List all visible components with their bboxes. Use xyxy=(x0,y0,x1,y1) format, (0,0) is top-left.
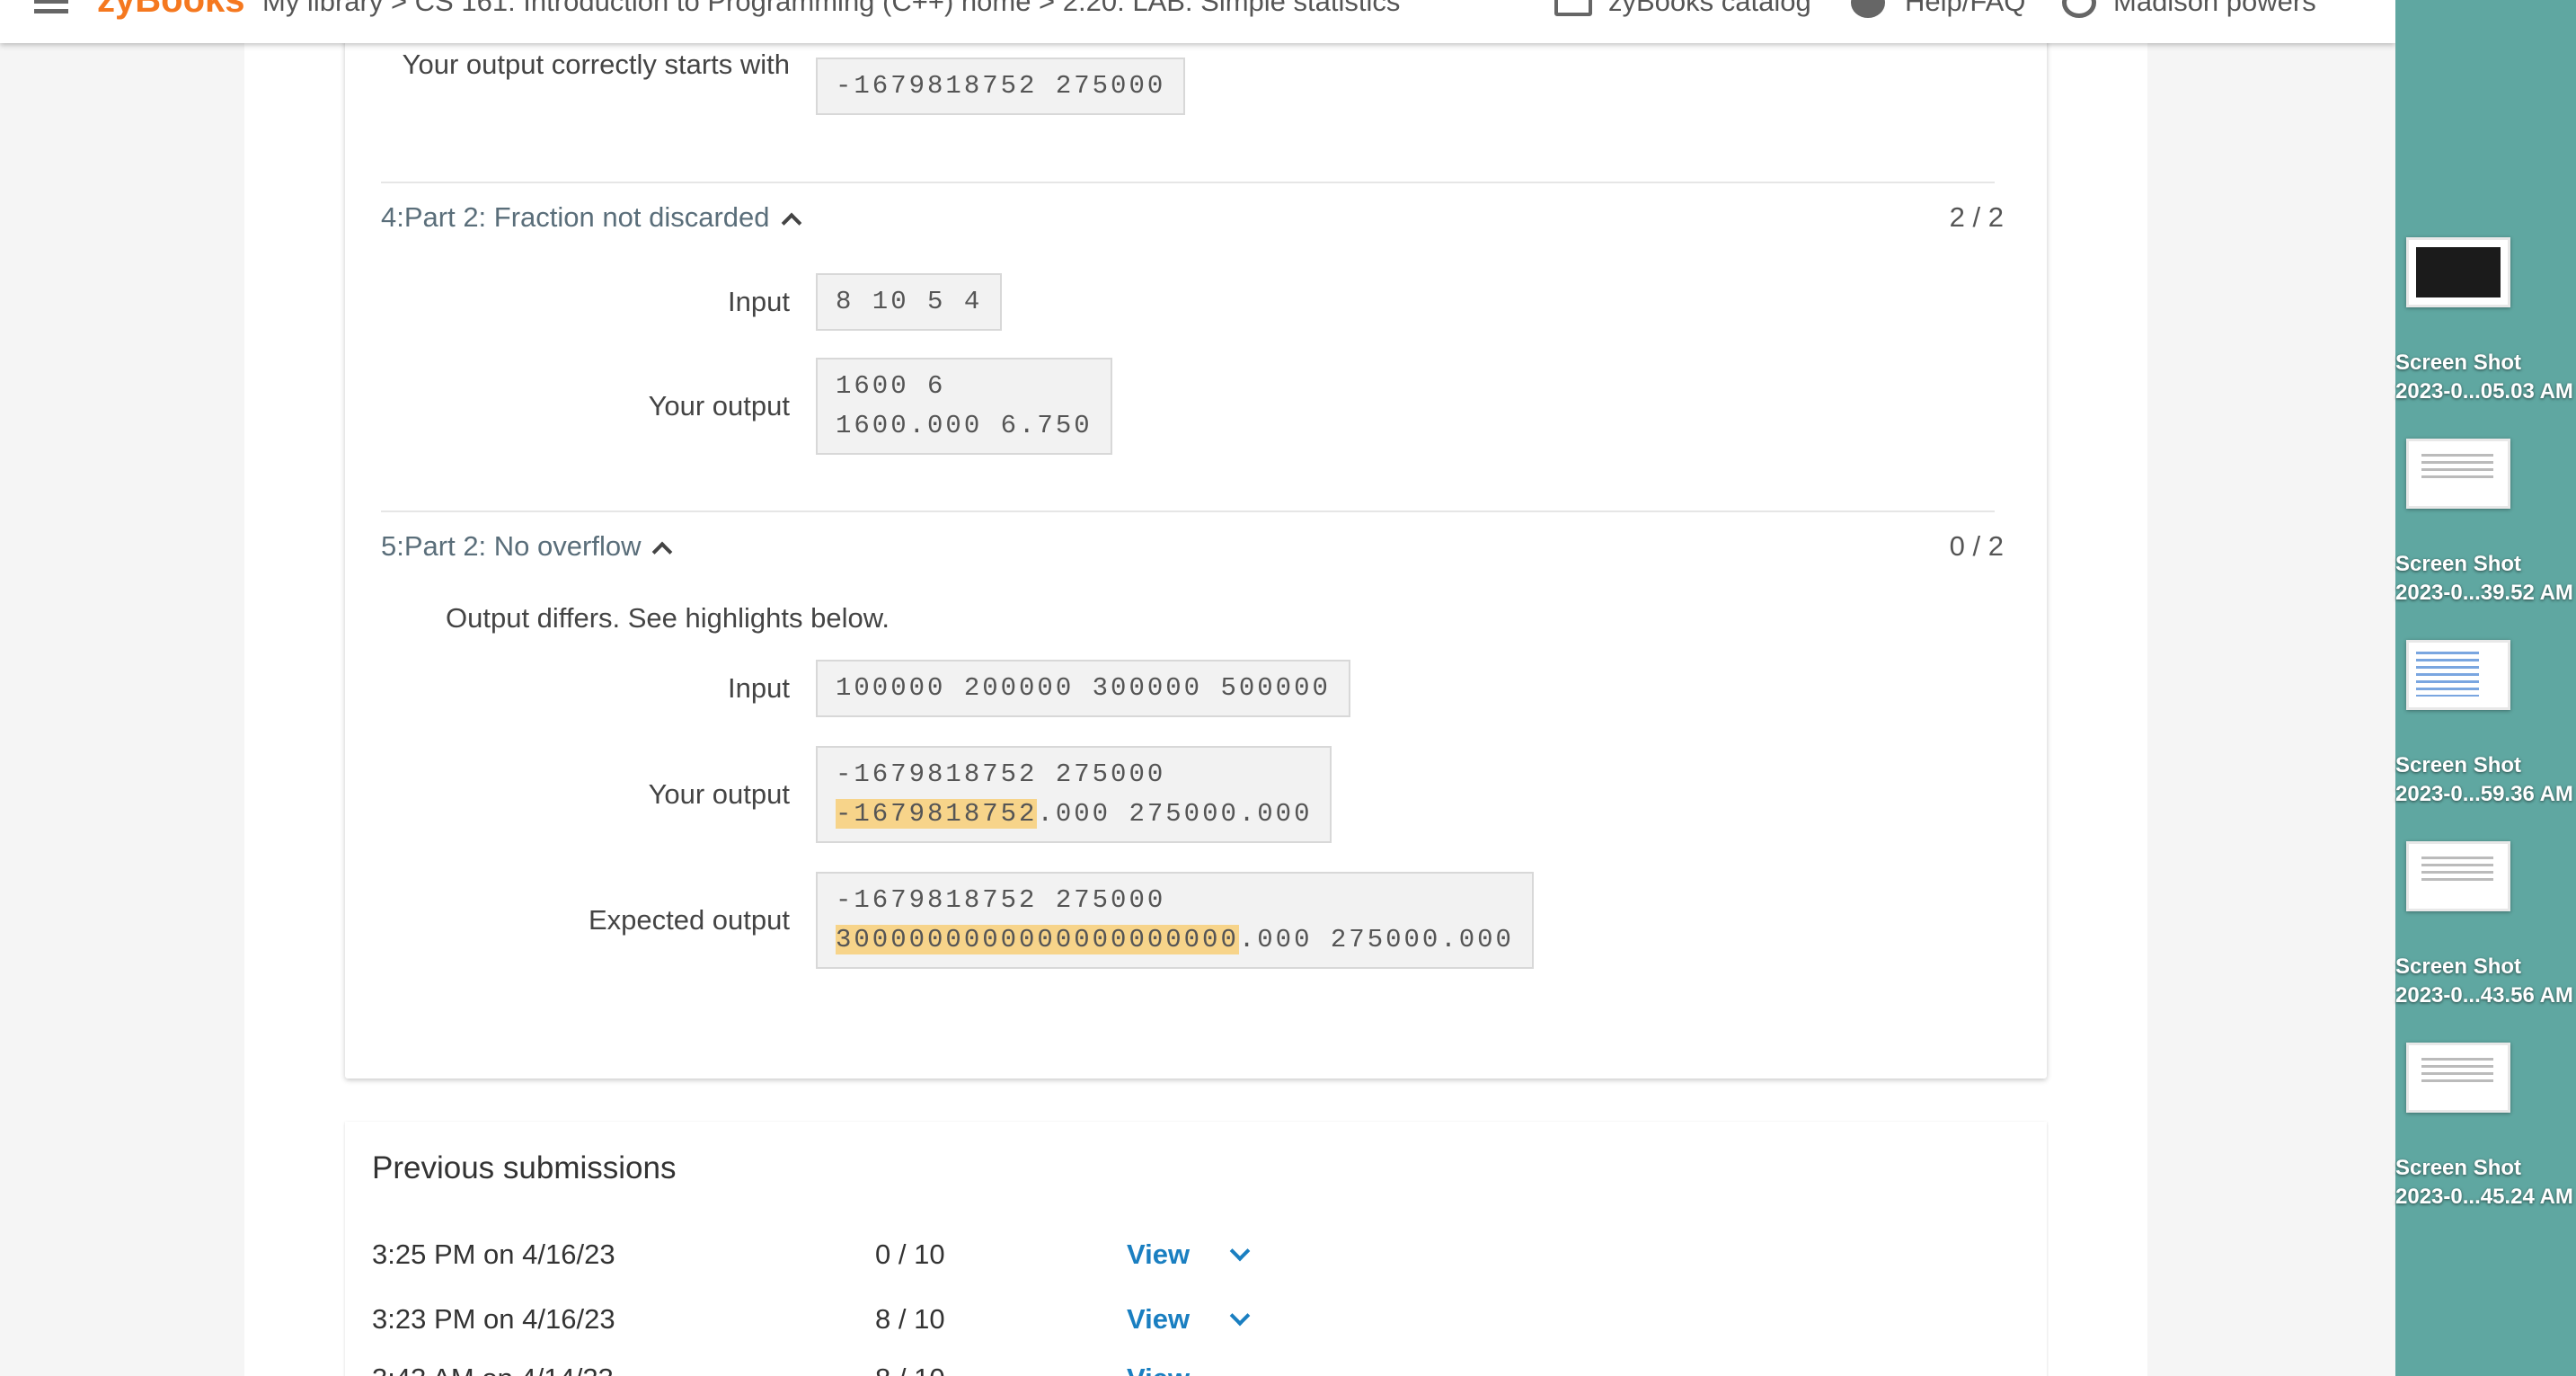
user-menu[interactable]: Madison powers xyxy=(2113,0,2316,18)
file-label[interactable]: Screen Shot 2023-0...39.52 AM xyxy=(2395,550,2575,608)
view-button[interactable]: View xyxy=(1127,1303,1190,1336)
submission-score: 8 / 10 xyxy=(875,1363,945,1376)
desktop-file-screenshot[interactable]: Screen Shot 2023-0...59.36 AM xyxy=(2395,640,2576,820)
submission-row: 3:25 PM on 4/16/23 0 / 10 View xyxy=(372,1238,1989,1283)
desktop-sidebar: Screen Shot 2023-0...05.03 AM Screen Shot… xyxy=(2395,0,2576,1376)
file-name-line: 2023-0...45.24 AM xyxy=(2395,1185,2573,1209)
file-label[interactable]: Screen Shot 2023-0...59.36 AM xyxy=(2395,751,2575,809)
file-thumbnail[interactable] xyxy=(2406,439,2510,509)
file-name-line: Screen Shot xyxy=(2395,753,2522,777)
view-button[interactable]: View xyxy=(1127,1363,1190,1376)
chevron-up-icon xyxy=(652,541,673,563)
output-line: -1679818752 275000 xyxy=(836,759,1166,789)
diff-highlight: -1679818752 xyxy=(836,799,1038,829)
submission-time: 3:43 AM on 4/14/23 xyxy=(372,1363,614,1376)
catalog-link[interactable]: zyBooks catalog xyxy=(1608,0,1811,18)
file-name-line: Screen Shot xyxy=(2395,954,2522,979)
main-content: Your output correctly starts with -16798… xyxy=(244,0,2147,1376)
output-line: -1679818752 275000 xyxy=(836,885,1166,915)
starts-with-label: Your output correctly starts with xyxy=(402,49,790,80)
submission-time: 3:25 PM on 4/16/23 xyxy=(372,1238,615,1270)
desktop-file-screenshot[interactable]: Screen Shot 2023-0...45.24 AM xyxy=(2395,1043,2576,1222)
output-line: 3000000000000000000000.000 275000.000 xyxy=(836,920,1514,960)
file-label[interactable]: Screen Shot 2023-0...45.24 AM xyxy=(2395,1154,2575,1212)
output-rest: .000 275000.000 xyxy=(1037,799,1313,829)
test4-score: 2 / 2 xyxy=(1949,201,2004,233)
test5-score: 0 / 2 xyxy=(1949,530,2004,562)
test4-title: 4:Part 2: Fraction not discarded xyxy=(381,201,770,233)
expected-output-label: Expected output xyxy=(588,904,790,936)
catalog-icon[interactable] xyxy=(1554,0,1592,16)
test5-output: -1679818752 275000 -1679818752.000 275000… xyxy=(816,746,1332,843)
submissions-title: Previous submissions xyxy=(372,1150,677,1185)
test4-toggle[interactable]: 4:Part 2: Fraction not discarded xyxy=(381,201,801,234)
output-label: Your output xyxy=(648,390,790,422)
test-results-card: Your output correctly starts with -16798… xyxy=(345,0,2047,1079)
view-button[interactable]: View xyxy=(1127,1238,1190,1271)
file-name-line: 2023-0...39.52 AM xyxy=(2395,581,2573,605)
help-icon[interactable] xyxy=(1851,0,1885,18)
file-label[interactable]: Screen Shot 2023-0...43.56 AM xyxy=(2395,953,2575,1010)
file-name-line: 2023-0...05.03 AM xyxy=(2395,379,2573,404)
file-thumbnail[interactable] xyxy=(2406,841,2510,911)
breadcrumb[interactable]: My library > CS 161: Introduction to Pro… xyxy=(262,0,1400,18)
user-avatar-icon[interactable] xyxy=(2062,0,2096,18)
file-name-line: Screen Shot xyxy=(2395,552,2522,576)
chevron-down-icon[interactable] xyxy=(1229,1240,1251,1262)
hamburger-menu-icon[interactable] xyxy=(34,0,68,16)
test3-output: -1679818752 275000 xyxy=(816,58,1186,115)
test5-title: 5:Part 2: No overflow xyxy=(381,530,642,562)
output-label: Your output xyxy=(648,778,790,810)
output-rest: .000 275000.000 xyxy=(1238,925,1514,954)
previous-submissions-panel: Previous submissions 3:25 PM on 4/16/23 … xyxy=(345,1122,2047,1376)
output-differs-message: Output differs. See highlights below. xyxy=(446,602,890,634)
submission-score: 0 / 10 xyxy=(875,1238,945,1270)
output-line: -1679818752.000 275000.000 xyxy=(836,795,1312,834)
file-name-line: Screen Shot xyxy=(2395,1156,2522,1180)
test5-toggle[interactable]: 5:Part 2: No overflow xyxy=(381,530,673,563)
submission-score: 8 / 10 xyxy=(875,1303,945,1335)
divider xyxy=(381,182,1995,183)
test4-input: 8 10 5 4 xyxy=(816,273,1003,331)
help-link[interactable]: Help/FAQ xyxy=(1905,0,2025,18)
top-nav-bar: zyBooks My library > CS 161: Introductio… xyxy=(0,0,2395,43)
chevron-up-icon xyxy=(781,212,801,234)
test5-input: 100000 200000 300000 500000 xyxy=(816,660,1350,717)
file-name-line: 2023-0...43.56 AM xyxy=(2395,983,2573,1008)
file-name-line: Screen Shot xyxy=(2395,351,2522,375)
file-thumbnail[interactable] xyxy=(2406,237,2510,307)
desktop-file-screenshot[interactable]: Screen Shot 2023-0...43.56 AM xyxy=(2395,841,2576,1021)
submission-time: 3:23 PM on 4/16/23 xyxy=(372,1303,615,1335)
browser-page: zyBooks My library > CS 161: Introductio… xyxy=(0,0,2395,1376)
file-thumbnail[interactable] xyxy=(2406,640,2510,710)
file-name-line: 2023-0...59.36 AM xyxy=(2395,782,2573,806)
output-line: 1600 6 xyxy=(836,371,946,401)
output-line: 1600.000 6.750 xyxy=(836,411,1093,440)
input-label: Input xyxy=(728,672,790,704)
desktop-file-screenshot[interactable]: Screen Shot 2023-0...39.52 AM xyxy=(2395,439,2576,618)
test4-output: 1600 6 1600.000 6.750 xyxy=(816,358,1112,455)
file-thumbnail[interactable] xyxy=(2406,1043,2510,1113)
desktop-file-screenshot[interactable]: Screen Shot 2023-0...05.03 AM xyxy=(2395,237,2576,417)
test5-expected-output: -1679818752 275000 3000000000000000000000… xyxy=(816,872,1534,969)
zybooks-logo[interactable]: zyBooks xyxy=(97,0,245,21)
submission-row: 3:43 AM on 4/14/23 8 / 10 View xyxy=(372,1363,1989,1376)
divider xyxy=(381,510,1995,512)
submission-row: 3:23 PM on 4/16/23 8 / 10 View xyxy=(372,1303,1989,1348)
input-label: Input xyxy=(728,286,790,317)
diff-highlight: 3000000000000000000000 xyxy=(836,925,1239,954)
chevron-down-icon[interactable] xyxy=(1229,1305,1251,1327)
file-label[interactable]: Screen Shot 2023-0...05.03 AM xyxy=(2395,349,2575,406)
